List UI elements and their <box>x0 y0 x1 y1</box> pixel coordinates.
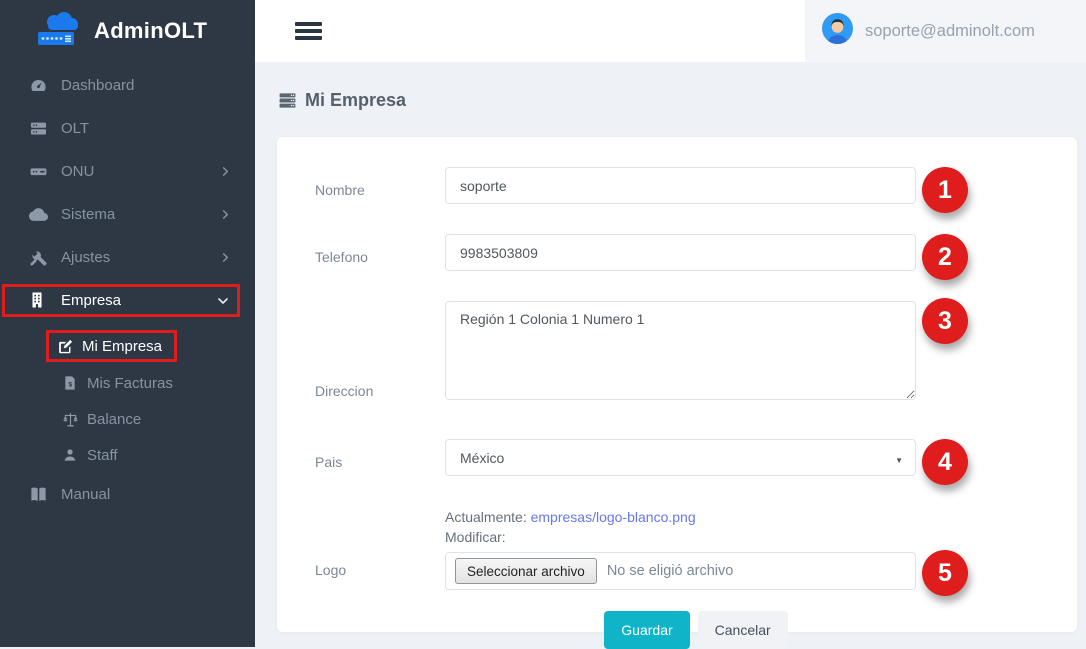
sidebar-subitem-mi-empresa[interactable]: Mi Empresa <box>46 330 177 362</box>
annotation-badge-3: 3 <box>922 298 968 344</box>
sidebar: AdminOLT Dashboard OLT ONU <box>0 0 255 647</box>
server-icon <box>28 119 48 139</box>
sidebar-item-onu[interactable]: ONU <box>0 150 255 193</box>
nombre-input[interactable] <box>445 167 916 204</box>
chevron-down-icon <box>217 295 229 307</box>
form-row-nombre: Nombre 1 <box>315 167 1077 213</box>
sidebar-item-olt[interactable]: OLT <box>0 107 255 150</box>
form-row-telefono: Telefono 2 <box>315 234 1077 280</box>
form-buttons-row: Guardar Cancelar <box>315 611 1077 649</box>
sidebar-subitem-balance[interactable]: Balance <box>0 401 255 437</box>
user-menu[interactable]: soporte@adminolt.com <box>805 0 1086 62</box>
logo-current-line: Actualmente: empresas/logo-blanco.png <box>445 509 916 526</box>
file-status-text: No se eligió archivo <box>607 563 734 579</box>
page-title: Mi Empresa <box>278 90 1086 111</box>
annotation-badge-4: 4 <box>922 439 968 485</box>
sidebar-item-label: OLT <box>61 120 89 137</box>
page-title-text: Mi Empresa <box>305 90 406 111</box>
main-content: Mi Empresa Nombre 1 Telefono 2 Direccion… <box>255 62 1086 647</box>
adminolt-logo-icon <box>34 11 90 52</box>
scale-icon <box>62 411 79 428</box>
chevron-right-icon <box>220 209 231 220</box>
form-row-direccion: Direccion Región 1 Colonia 1 Numero 1 3 <box>315 301 1077 405</box>
sidebar-item-empresa[interactable]: Empresa <box>2 284 240 317</box>
device-icon <box>28 162 48 182</box>
svg-text:$: $ <box>68 381 72 388</box>
pais-label: Pais <box>315 439 445 485</box>
topbar: soporte@adminolt.com <box>255 0 1086 62</box>
sidebar-subitem-label: Balance <box>87 411 141 428</box>
server-stack-icon <box>278 91 297 110</box>
user-icon <box>62 447 79 464</box>
sidebar-item-label: Empresa <box>61 292 121 309</box>
pais-select[interactable]: México <box>445 439 916 476</box>
sidebar-item-label: Sistema <box>61 206 115 223</box>
sidebar-item-sistema[interactable]: Sistema <box>0 193 255 236</box>
sidebar-nav: Dashboard OLT ONU Sistema <box>0 64 255 516</box>
cloud-icon <box>28 205 48 225</box>
cancel-button[interactable]: Cancelar <box>698 611 788 649</box>
brand[interactable]: AdminOLT <box>0 0 255 62</box>
sidebar-item-manual[interactable]: Manual <box>0 473 255 516</box>
sidebar-subitem-label: Mi Empresa <box>82 338 162 355</box>
sidebar-subitem-staff[interactable]: Staff <box>0 437 255 473</box>
chevron-right-icon <box>220 252 231 263</box>
user-email: soporte@adminolt.com <box>865 22 1035 41</box>
logo-label: Logo <box>315 509 445 590</box>
pais-selected-value: México <box>460 450 504 466</box>
telefono-label: Telefono <box>315 234 445 280</box>
save-button[interactable]: Guardar <box>604 611 689 649</box>
direccion-textarea[interactable]: Región 1 Colonia 1 Numero 1 <box>445 301 916 400</box>
select-arrow-icon <box>895 450 903 466</box>
tools-icon <box>28 248 48 268</box>
gauge-icon <box>28 76 48 96</box>
annotation-badge-5: 5 <box>922 550 968 596</box>
brand-name: AdminOLT <box>94 18 207 44</box>
hamburger-menu-icon[interactable] <box>295 22 322 43</box>
invoice-icon: $ <box>62 375 79 392</box>
company-form-card: Nombre 1 Telefono 2 Direccion Región 1 C… <box>277 137 1077 632</box>
nombre-label: Nombre <box>315 167 445 213</box>
annotation-badge-1: 1 <box>922 167 968 213</box>
sidebar-item-ajustes[interactable]: Ajustes <box>0 236 255 279</box>
telefono-input[interactable] <box>445 234 916 271</box>
sidebar-item-label: ONU <box>61 163 94 180</box>
sidebar-item-empresa-slot: Empresa <box>0 279 255 322</box>
book-icon <box>28 485 48 505</box>
sidebar-subitem-mi-empresa-row: Mi Empresa <box>46 330 255 362</box>
sidebar-subitem-label: Mis Facturas <box>87 375 173 392</box>
sidebar-subitem-label: Staff <box>87 447 118 464</box>
sidebar-subitem-mis-facturas[interactable]: $ Mis Facturas <box>0 365 255 401</box>
sidebar-item-label: Dashboard <box>61 77 134 94</box>
form-row-pais: Pais México 4 <box>315 439 1077 485</box>
file-select-button[interactable]: Seleccionar archivo <box>455 558 597 584</box>
form-row-logo: Logo Actualmente: empresas/logo-blanco.p… <box>315 509 1077 590</box>
annotation-badge-2: 2 <box>922 234 968 280</box>
chevron-right-icon <box>220 166 231 177</box>
logo-current-file-link[interactable]: empresas/logo-blanco.png <box>531 509 696 525</box>
direccion-label: Direccion <box>315 301 445 405</box>
logo-current-prefix: Actualmente: <box>445 509 527 525</box>
avatar <box>822 13 853 49</box>
logo-modify-label: Modificar: <box>445 529 916 546</box>
logo-file-input[interactable]: Seleccionar archivo No se eligió archivo <box>445 552 916 590</box>
sidebar-item-label: Ajustes <box>61 249 110 266</box>
edit-icon <box>57 338 74 355</box>
sidebar-item-dashboard[interactable]: Dashboard <box>0 64 255 107</box>
building-icon <box>28 291 48 311</box>
sidebar-item-label: Manual <box>61 486 110 503</box>
